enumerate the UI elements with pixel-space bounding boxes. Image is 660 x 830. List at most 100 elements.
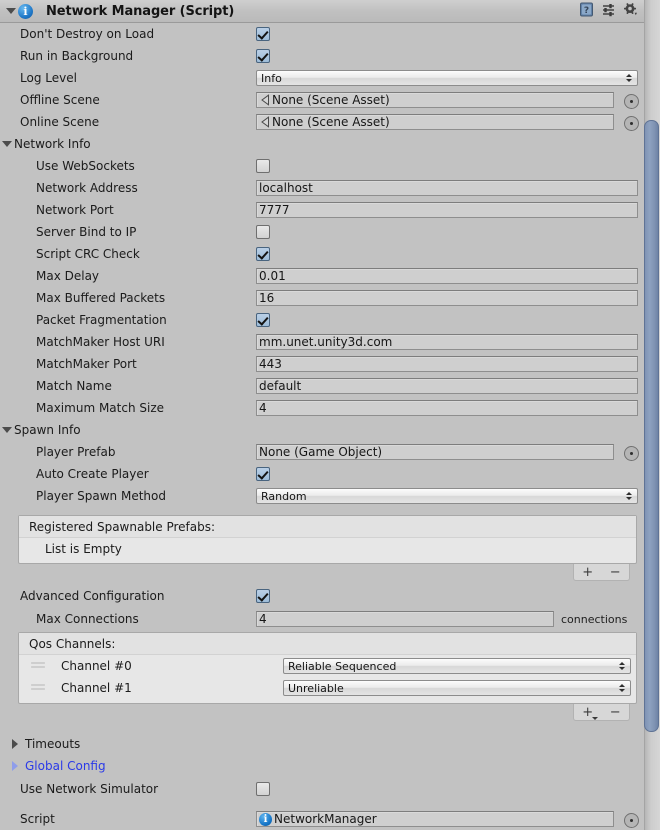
help-book-icon[interactable]: ? — [579, 2, 594, 20]
use-websockets-checkbox[interactable] — [256, 159, 270, 173]
script-value: NetworkManager — [274, 812, 377, 826]
script-picker-button[interactable] — [624, 813, 639, 828]
max-connections-input[interactable]: 4 — [256, 611, 554, 627]
unity-scene-asset-icon — [259, 116, 271, 128]
script-crc-check-checkbox[interactable] — [256, 247, 270, 261]
table-row[interactable]: Channel #0 Reliable Sequenced — [19, 655, 636, 677]
updown-arrows-icon — [619, 684, 625, 692]
matchmaker-port-value: 443 — [259, 357, 282, 371]
vertical-scrollbar-track[interactable] — [644, 0, 660, 830]
auto-create-player-checkbox[interactable] — [256, 467, 270, 481]
vertical-scrollbar-thumb[interactable] — [644, 120, 659, 732]
field-label: Use WebSockets — [36, 159, 135, 173]
updown-arrows-icon — [626, 492, 632, 500]
server-bind-to-ip-checkbox[interactable] — [256, 225, 270, 239]
field-label: MatchMaker Host URI — [36, 335, 165, 349]
matchmaker-host-uri-value: mm.unet.unity3d.com — [259, 335, 393, 349]
svg-text:?: ? — [584, 6, 589, 16]
drag-handle-icon[interactable] — [31, 684, 45, 692]
add-qos-channel-button[interactable]: + — [582, 706, 599, 720]
inspector-panel: i Network Manager (Script) ? Don't Destr… — [0, 0, 660, 830]
run-in-background-checkbox[interactable] — [256, 49, 270, 63]
max-connections-value: 4 — [259, 612, 267, 626]
log-level-dropdown[interactable]: Info — [256, 70, 638, 86]
field-row-use-websockets: Use WebSockets — [0, 155, 660, 177]
network-port-input[interactable]: 7777 — [256, 202, 638, 218]
field-row-matchmaker-host-uri: MatchMaker Host URI mm.unet.unity3d.com — [0, 331, 660, 353]
component-header[interactable]: i Network Manager (Script) ? — [0, 0, 660, 23]
advanced-configuration-checkbox[interactable] — [256, 589, 270, 603]
field-label: Script — [20, 812, 55, 826]
section-foldout-timeouts[interactable]: Timeouts — [0, 733, 660, 755]
player-spawn-method-dropdown[interactable]: Random — [256, 488, 638, 504]
chevron-right-icon — [12, 739, 18, 749]
use-network-simulator-checkbox[interactable] — [256, 782, 270, 796]
list-header: Qos Channels: — [19, 633, 636, 655]
field-row-network-address: Network Address localhost — [0, 177, 660, 199]
max-buffered-packets-input[interactable]: 16 — [256, 290, 638, 306]
field-label: MatchMaker Port — [36, 357, 137, 371]
field-label: Auto Create Player — [36, 467, 149, 481]
qos-channels-footer-buttons: + − — [573, 704, 630, 721]
component-foldout-toggle[interactable] — [4, 8, 17, 14]
field-label: Run in Background — [20, 49, 134, 63]
match-name-input[interactable]: default — [256, 378, 638, 394]
list-empty-label: List is Empty — [45, 542, 122, 556]
chevron-down-icon — [2, 427, 12, 433]
field-label: Max Buffered Packets — [36, 291, 166, 305]
player-prefab-object-field[interactable]: None (Game Object) — [256, 444, 614, 460]
gear-icon[interactable] — [623, 2, 638, 20]
list-item-empty: List is Empty — [19, 538, 636, 560]
field-label: Offline Scene — [20, 93, 100, 107]
section-title: Network Info — [14, 137, 91, 151]
section-foldout-network-info[interactable]: Network Info — [0, 133, 660, 155]
field-label: Player Prefab — [36, 445, 116, 459]
max-buffered-packets-value: 16 — [259, 291, 275, 305]
remove-spawnable-prefab-button[interactable]: − — [610, 566, 621, 579]
log-level-value: Info — [261, 71, 282, 85]
field-row-use-network-simulator: Use Network Simulator — [0, 778, 660, 800]
table-row[interactable]: Channel #1 Unreliable — [19, 677, 636, 699]
section-foldout-spawn-info[interactable]: Spawn Info — [0, 419, 660, 441]
field-row-server-bind-to-ip: Server Bind to IP — [0, 221, 660, 243]
field-label: Max Connections — [36, 612, 139, 626]
add-spawnable-prefab-button[interactable]: + — [582, 566, 593, 579]
online-scene-picker-button[interactable] — [624, 116, 639, 131]
player-prefab-value: None (Game Object) — [259, 445, 383, 459]
section-title: Spawn Info — [14, 423, 81, 437]
qos-channel-label: Channel #1 — [61, 681, 132, 695]
max-connections-suffix: connections — [561, 612, 628, 626]
network-address-input[interactable]: localhost — [256, 180, 638, 196]
remove-qos-channel-button[interactable]: − — [610, 706, 621, 719]
matchmaker-port-input[interactable]: 443 — [256, 356, 638, 372]
updown-arrows-icon — [619, 662, 625, 670]
drag-handle-icon[interactable] — [31, 662, 45, 670]
online-scene-object-field[interactable]: None (Scene Asset) — [256, 114, 614, 130]
offline-scene-picker-button[interactable] — [624, 94, 639, 109]
preset-sliders-icon[interactable] — [601, 2, 616, 20]
player-prefab-picker-button[interactable] — [624, 446, 639, 461]
field-label: Maximum Match Size — [36, 401, 165, 415]
matchmaker-host-uri-input[interactable]: mm.unet.unity3d.com — [256, 334, 638, 350]
section-title: Timeouts — [25, 737, 81, 751]
field-row-offline-scene: Offline Scene None (Scene Asset) — [0, 89, 660, 111]
field-row-player-prefab: Player Prefab None (Game Object) — [0, 441, 660, 463]
registered-spawnable-prefabs-list: Registered Spawnable Prefabs: List is Em… — [18, 515, 637, 564]
network-port-value: 7777 — [259, 203, 290, 217]
maximum-match-size-input[interactable]: 4 — [256, 400, 638, 416]
field-row-script-crc-check: Script CRC Check — [0, 243, 660, 265]
field-label: Player Spawn Method — [36, 489, 166, 503]
field-row-player-spawn-method: Player Spawn Method Random — [0, 485, 660, 507]
field-row-network-port: Network Port 7777 — [0, 199, 660, 221]
dont-destroy-on-load-checkbox[interactable] — [256, 27, 270, 41]
section-foldout-global-config[interactable]: Global Config — [0, 755, 660, 777]
offline-scene-object-field[interactable]: None (Scene Asset) — [256, 92, 614, 108]
field-row-matchmaker-port: MatchMaker Port 443 — [0, 353, 660, 375]
max-delay-input[interactable]: 0.01 — [256, 268, 638, 284]
qos-channel-1-dropdown[interactable]: Unreliable — [283, 680, 631, 696]
packet-fragmentation-checkbox[interactable] — [256, 313, 270, 327]
qos-channel-0-dropdown[interactable]: Reliable Sequenced — [283, 658, 631, 674]
field-row-maximum-match-size: Maximum Match Size 4 — [0, 397, 660, 419]
script-info-icon: i — [259, 812, 272, 826]
script-object-field[interactable]: i NetworkManager — [256, 811, 614, 827]
